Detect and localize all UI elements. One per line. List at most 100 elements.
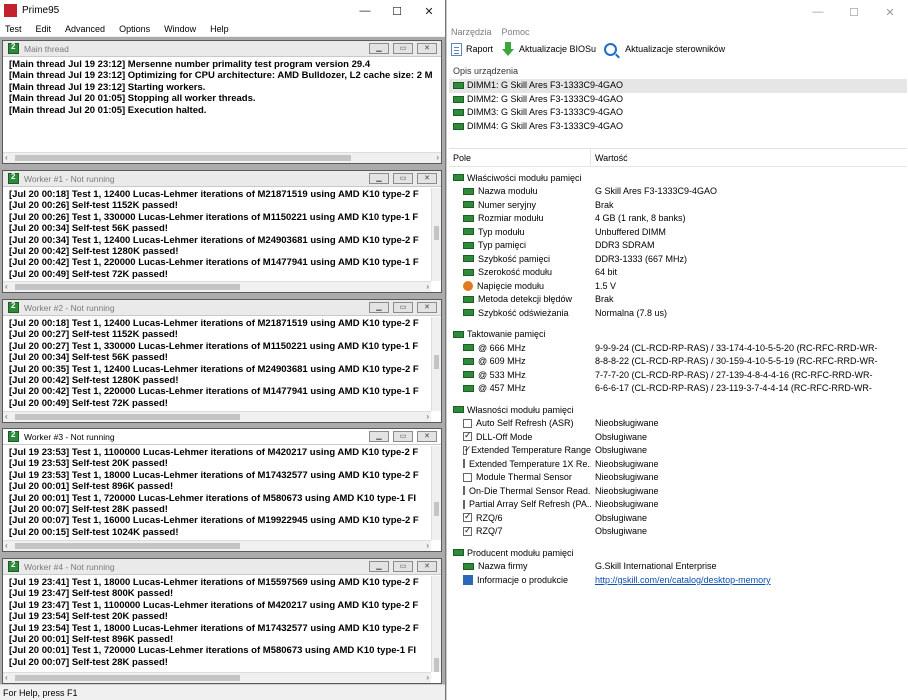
- close-icon[interactable]: ✕: [417, 302, 437, 313]
- dimm-item-3[interactable]: DIMM3: G Skill Ares F3-1333C9-4GAO: [449, 106, 907, 120]
- horizontal-scrollbar[interactable]: ‹ ›: [3, 540, 431, 551]
- menu-test[interactable]: Test: [5, 22, 22, 36]
- property-row[interactable]: Rozmiar modułu 4 GB (1 rank, 8 banks): [449, 212, 907, 226]
- scroll-thumb[interactable]: [434, 658, 439, 672]
- maximize-icon[interactable]: ▭: [393, 561, 413, 572]
- scroll-left-icon[interactable]: ‹: [5, 673, 8, 682]
- vertical-scrollbar[interactable]: [431, 317, 441, 411]
- scroll-thumb[interactable]: [434, 355, 439, 369]
- child-titlebar[interactable]: Worker #3 - Not running ▁ ▭ ✕: [3, 429, 441, 445]
- close-icon[interactable]: ✕: [413, 0, 445, 22]
- maximize-icon[interactable]: ▭: [393, 431, 413, 442]
- scroll-left-icon[interactable]: ‹: [5, 412, 8, 421]
- close-icon[interactable]: ✕: [417, 173, 437, 184]
- minimize-icon[interactable]: ▁: [369, 173, 389, 184]
- property-row[interactable]: Extended Temperature 1X Re... Nieobsługiw…: [449, 457, 907, 471]
- property-row[interactable]: On-Die Thermal Sensor Read... Nieobsługiw…: [449, 484, 907, 498]
- property-row[interactable]: Szybkość odświeżania Normalna (7.8 us): [449, 306, 907, 320]
- menu-help[interactable]: Help: [210, 22, 229, 36]
- menu-options[interactable]: Options: [119, 22, 150, 36]
- vertical-scrollbar[interactable]: [431, 188, 441, 281]
- scroll-thumb[interactable]: [15, 414, 240, 420]
- close-icon[interactable]: ✕: [417, 561, 437, 572]
- property-row[interactable]: Szybkość pamięci DDR3-1333 (667 MHz): [449, 252, 907, 266]
- minimize-icon[interactable]: ▁: [369, 431, 389, 442]
- property-row[interactable]: Nazwa modułu G Skill Ares F3-1333C9-4GAO: [449, 185, 907, 199]
- prime95-child-window-0[interactable]: Main thread ▁ ▭ ✕ [Main thread Jul 19 23:12]…: [2, 40, 442, 164]
- property-row[interactable]: Napięcie modułu 1.5 V: [449, 279, 907, 293]
- maximize-icon[interactable]: ▭: [393, 43, 413, 54]
- minimize-icon[interactable]: —: [800, 0, 836, 24]
- property-row[interactable]: RZQ/7 Obsługiwane: [449, 525, 907, 539]
- scroll-right-icon[interactable]: ›: [426, 282, 429, 291]
- property-row[interactable]: Partial Array Self Refresh (PA... Nieobsł…: [449, 498, 907, 512]
- property-row[interactable]: Auto Self Refresh (ASR) Nieobsługiwane: [449, 417, 907, 431]
- property-row[interactable]: Extended Temperature Range Obsługiwane: [449, 444, 907, 458]
- scroll-right-icon[interactable]: ›: [436, 153, 439, 162]
- horizontal-scrollbar[interactable]: ‹ ›: [3, 411, 431, 422]
- maximize-icon[interactable]: ▭: [393, 173, 413, 184]
- scroll-right-icon[interactable]: ›: [426, 673, 429, 682]
- property-row[interactable]: Metoda detekcji błędów Brak: [449, 293, 907, 307]
- dimm-item-1[interactable]: DIMM1: G Skill Ares F3-1333C9-4GAO: [449, 79, 907, 93]
- maximize-icon[interactable]: ▭: [393, 302, 413, 313]
- product-link[interactable]: http://gskill.com/en/catalog/desktop-mem…: [591, 575, 907, 585]
- minimize-icon[interactable]: ▁: [369, 302, 389, 313]
- menu-edit[interactable]: Edit: [36, 22, 52, 36]
- child-titlebar[interactable]: Worker #4 - Not running ▁ ▭ ✕: [3, 559, 441, 575]
- property-row[interactable]: @ 666 MHz 9-9-9-24 (CL-RCD-RP-RAS) / 33-1…: [449, 341, 907, 355]
- property-row[interactable]: RZQ/6 Obsługiwane: [449, 511, 907, 525]
- child-titlebar[interactable]: Worker #1 - Not running ▁ ▭ ✕: [3, 171, 441, 187]
- property-row[interactable]: Informacje o produkcie http://gskill.com/…: [449, 573, 907, 587]
- property-row[interactable]: Nazwa firmy G.Skill International Enterpr…: [449, 560, 907, 574]
- property-row[interactable]: @ 457 MHz 6-6-6-17 (CL-RCD-RP-RAS) / 23-1…: [449, 382, 907, 396]
- property-row[interactable]: Typ pamięci DDR3 SDRAM: [449, 239, 907, 253]
- scroll-thumb[interactable]: [434, 502, 439, 516]
- close-icon[interactable]: ✕: [417, 431, 437, 442]
- property-row[interactable]: Typ modułu Unbuffered DIMM: [449, 225, 907, 239]
- property-row[interactable]: @ 609 MHz 8-8-8-22 (CL-RCD-RP-RAS) / 30-1…: [449, 355, 907, 369]
- bios-update-button[interactable]: Aktualizacje BIOSu: [501, 42, 596, 56]
- property-row[interactable]: Numer seryjny Brak: [449, 198, 907, 212]
- scroll-thumb[interactable]: [15, 155, 351, 161]
- minimize-icon[interactable]: ▁: [369, 43, 389, 54]
- menu-narzedzia[interactable]: Narzędzia: [451, 27, 492, 37]
- scroll-thumb[interactable]: [15, 675, 240, 681]
- report-button[interactable]: Raport: [451, 42, 493, 56]
- maximize-icon[interactable]: ☐: [381, 0, 413, 22]
- scroll-left-icon[interactable]: ‹: [5, 541, 8, 550]
- minimize-icon[interactable]: —: [349, 0, 381, 22]
- horizontal-scrollbar[interactable]: ‹ ›: [3, 152, 441, 163]
- minimize-icon[interactable]: ▁: [369, 561, 389, 572]
- scroll-left-icon[interactable]: ‹: [5, 282, 8, 291]
- property-row[interactable]: Module Thermal Sensor Nieobsługiwane: [449, 471, 907, 485]
- driver-update-button[interactable]: Aktualizacje sterowników: [604, 42, 725, 56]
- scroll-left-icon[interactable]: ‹: [5, 153, 8, 162]
- property-row[interactable]: DLL-Off Mode Obsługiwane: [449, 430, 907, 444]
- scroll-thumb[interactable]: [434, 226, 439, 240]
- vertical-scrollbar[interactable]: [431, 576, 441, 672]
- menu-pomoc[interactable]: Pomoc: [502, 27, 530, 37]
- vertical-scrollbar[interactable]: [431, 446, 441, 540]
- close-icon[interactable]: ✕: [872, 0, 908, 24]
- prime95-child-window-4[interactable]: Worker #4 - Not running ▁ ▭ ✕ [Jul 19 23:41]…: [2, 558, 442, 684]
- menu-advanced[interactable]: Advanced: [65, 22, 105, 36]
- menu-window[interactable]: Window: [164, 22, 196, 36]
- horizontal-scrollbar[interactable]: ‹ ›: [3, 281, 431, 292]
- child-titlebar[interactable]: Main thread ▁ ▭ ✕: [3, 41, 441, 57]
- scroll-thumb[interactable]: [15, 543, 240, 549]
- prime95-child-window-2[interactable]: Worker #2 - Not running ▁ ▭ ✕ [Jul 20 00:18]…: [2, 299, 442, 423]
- dimm-item-4[interactable]: DIMM4: G Skill Ares F3-1333C9-4GAO: [449, 120, 907, 134]
- column-header-field[interactable]: Pole: [449, 149, 591, 166]
- property-row[interactable]: @ 533 MHz 7-7-7-20 (CL-RCD-RP-RAS) / 27-1…: [449, 368, 907, 382]
- horizontal-scrollbar[interactable]: ‹ ›: [3, 672, 431, 683]
- maximize-icon[interactable]: ☐: [836, 0, 872, 24]
- scroll-thumb[interactable]: [15, 284, 240, 290]
- close-icon[interactable]: ✕: [417, 43, 437, 54]
- scroll-right-icon[interactable]: ›: [426, 541, 429, 550]
- property-row[interactable]: Szerokość modułu 64 bit: [449, 266, 907, 280]
- prime95-child-window-1[interactable]: Worker #1 - Not running ▁ ▭ ✕ [Jul 20 00:18]…: [2, 170, 442, 293]
- prime95-child-window-3[interactable]: Worker #3 - Not running ▁ ▭ ✕ [Jul 19 23:53]…: [2, 428, 442, 552]
- scroll-right-icon[interactable]: ›: [426, 412, 429, 421]
- column-header-value[interactable]: Wartość: [591, 149, 628, 166]
